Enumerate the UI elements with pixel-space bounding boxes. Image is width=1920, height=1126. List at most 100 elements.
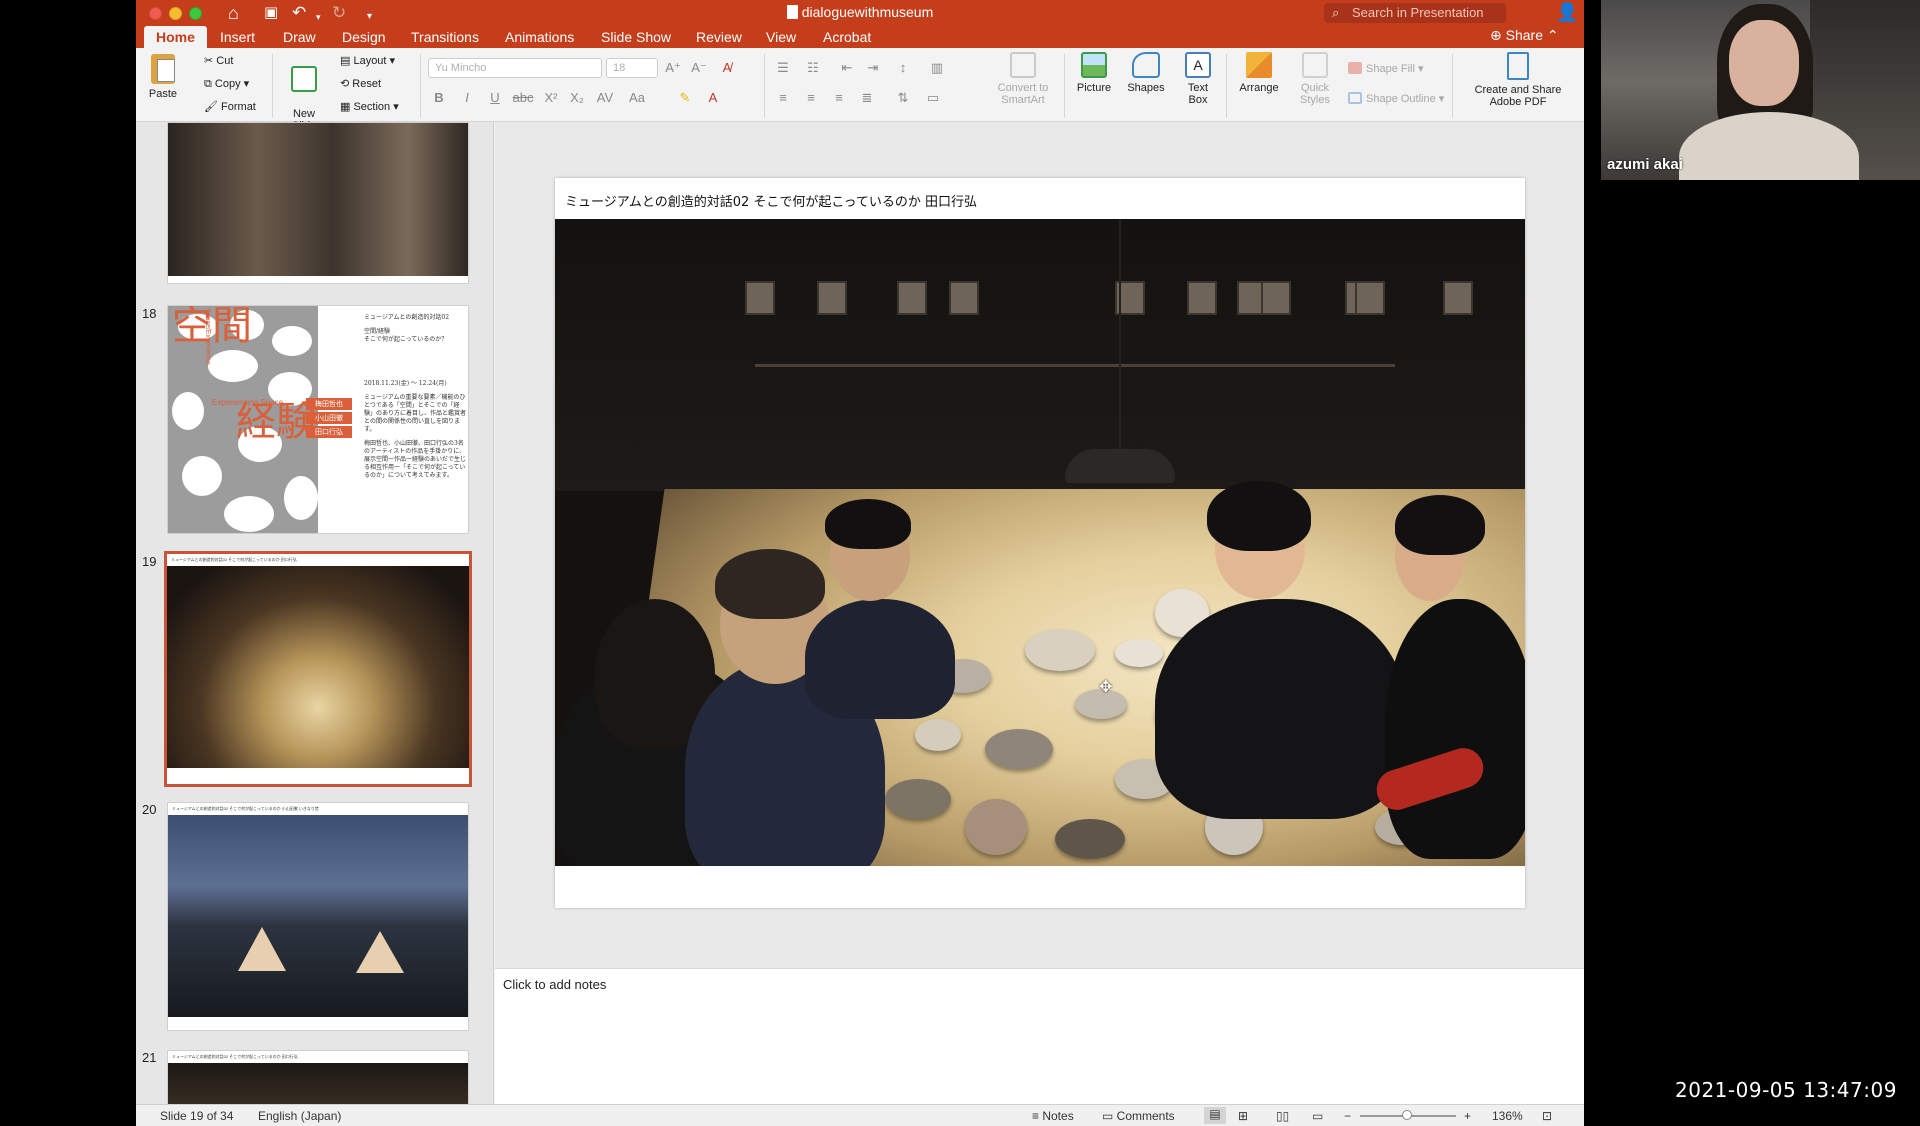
participant-name: azumi akai: [1607, 156, 1683, 173]
align-center-icon[interactable]: ≡: [800, 88, 822, 108]
tab-transitions[interactable]: Transitions: [411, 26, 479, 48]
subscript-icon[interactable]: X₂: [566, 88, 588, 108]
align-right-icon[interactable]: ≡: [828, 88, 850, 108]
columns-icon[interactable]: ▥: [926, 58, 948, 78]
decrease-font-icon[interactable]: A⁻: [688, 58, 710, 78]
tab-insert[interactable]: Insert: [220, 26, 255, 48]
arrange-button[interactable]: Arrange: [1234, 52, 1284, 94]
align-text-icon[interactable]: ▭: [922, 88, 944, 108]
numbering-icon[interactable]: ☷: [802, 58, 824, 78]
quick-styles-label: Quick Styles: [1300, 82, 1330, 106]
slideshow-view-icon[interactable]: ▭: [1312, 1109, 1323, 1123]
webcam-video: azumi akai: [1601, 0, 1920, 180]
tab-home[interactable]: Home: [144, 26, 207, 48]
text-box-button[interactable]: A Text Box: [1178, 52, 1218, 106]
shapes-label: Shapes: [1127, 82, 1165, 94]
shapes-button[interactable]: Shapes: [1124, 52, 1168, 94]
zoom-out-icon[interactable]: −: [1344, 1109, 1351, 1123]
copy-button[interactable]: ⧉ Copy ▾: [204, 77, 249, 91]
tab-view[interactable]: View: [766, 26, 796, 48]
share-button[interactable]: ⊕ Share ⌃: [1490, 27, 1559, 44]
slide-thumbnail-19[interactable]: ミュージアムとの創造的対話02 そこで何が起こっているのか 田口行弘: [164, 551, 472, 787]
font-size-field[interactable]: 18: [606, 58, 658, 78]
slide-number: 21: [142, 1050, 157, 1065]
account-icon[interactable]: 👤: [1556, 2, 1578, 23]
notes-toggle[interactable]: ≡ Notes: [1032, 1109, 1074, 1123]
character-spacing-icon[interactable]: AV: [594, 88, 616, 108]
convert-smartart-button[interactable]: Convert to SmartArt: [992, 52, 1054, 106]
picture-label: Picture: [1076, 82, 1112, 94]
slide-thumbnail-21[interactable]: ミュージアムとの創造的対話02 そこで何が起こっているのか 田口行弘: [167, 1050, 469, 1104]
slide-thumbnail-18[interactable]: 空間 経験 Space/Experience Experiencing Spac…: [167, 305, 469, 534]
layout-button[interactable]: ▤ Layout ▾: [340, 54, 395, 67]
thumbnail-photo: [167, 566, 469, 768]
underline-icon[interactable]: U: [484, 88, 506, 108]
paste-button[interactable]: Paste: [146, 54, 180, 100]
bullets-icon[interactable]: ☰: [772, 58, 794, 78]
tab-draw[interactable]: Draw: [283, 26, 316, 48]
strikethrough-icon[interactable]: abc: [512, 88, 534, 108]
justify-icon[interactable]: ≣: [856, 88, 878, 108]
slide-photo[interactable]: [555, 219, 1525, 866]
line-spacing-icon[interactable]: ↕: [892, 58, 914, 78]
poster-line: 空間/経験: [364, 328, 391, 335]
bold-icon[interactable]: B: [428, 88, 450, 108]
thumbnail-header: ミュージアムとの創造的対話02 そこで何が起こっているのか 小山田徹 いきなり焚: [172, 806, 319, 811]
poster-english-title: Experiencing Space: [212, 398, 284, 407]
shape-fill-icon: [1348, 62, 1362, 74]
new-slide-button[interactable]: New Slide: [282, 54, 326, 132]
picture-button[interactable]: Picture: [1072, 52, 1116, 94]
highlight-icon[interactable]: ✎: [674, 88, 696, 108]
poster-description: ミュージアムとの創造的対話02 空間/経験 そこで何が起こっているのか？ 201…: [364, 314, 466, 480]
font-name-field[interactable]: Yu Mincho: [428, 58, 602, 78]
slide-title[interactable]: ミュージアムとの創造的対話02 そこで何が起こっているのか 田口行弘: [565, 191, 977, 210]
tab-design[interactable]: Design: [342, 26, 386, 48]
font-color-icon[interactable]: A: [702, 88, 724, 108]
increase-font-icon[interactable]: A⁺: [662, 58, 684, 78]
copy-label: Copy: [214, 78, 241, 90]
italic-icon[interactable]: I: [456, 88, 478, 108]
notes-placeholder[interactable]: Click to add notes: [503, 977, 606, 992]
text-direction-icon[interactable]: ⇅: [892, 88, 914, 108]
change-case-icon[interactable]: Aa: [626, 88, 648, 108]
normal-view-icon[interactable]: ▤: [1204, 1107, 1226, 1124]
shape-outline-button[interactable]: Shape Outline ▾: [1348, 92, 1444, 105]
cut-button[interactable]: ✂ Cut: [204, 54, 233, 67]
slide-thumbnail-17[interactable]: [167, 122, 469, 284]
artist-name-2: 小山田徹: [306, 412, 352, 424]
slide-sorter-icon[interactable]: ⊞: [1238, 1109, 1248, 1123]
format-painter-button[interactable]: 🖌 Format: [204, 100, 256, 113]
tab-animations[interactable]: Animations: [505, 26, 574, 48]
zoom-in-icon[interactable]: +: [1464, 1109, 1471, 1123]
tab-review[interactable]: Review: [696, 26, 742, 48]
reading-view-icon[interactable]: ▯▯: [1276, 1109, 1289, 1123]
shape-fill-button[interactable]: Shape Fill ▾: [1348, 62, 1424, 75]
notes-pane[interactable]: Click to add notes: [495, 968, 1584, 1104]
search-input[interactable]: ⌕ Search in Presentation: [1324, 3, 1506, 23]
reset-button[interactable]: ⟲ Reset: [340, 77, 381, 90]
clear-format-icon[interactable]: A̸: [716, 58, 738, 78]
zoom-slider-handle[interactable]: [1402, 1110, 1412, 1120]
section-button[interactable]: ▦ Section ▾: [340, 100, 399, 113]
quick-styles-button[interactable]: Quick Styles: [1290, 52, 1340, 106]
smartart-icon: [1010, 52, 1036, 78]
create-share-pdf-button[interactable]: Create and Share Adobe PDF: [1458, 52, 1578, 108]
ribbon-separator: [764, 54, 765, 118]
zoom-level[interactable]: 136%: [1492, 1109, 1523, 1123]
slide-thumbnail-20[interactable]: ミュージアムとの創造的対話02 そこで何が起こっているのか 小山田徹 いきなり焚: [167, 802, 469, 1031]
tab-slide-show[interactable]: Slide Show: [601, 26, 671, 48]
fit-to-window-icon[interactable]: ⊡: [1542, 1109, 1552, 1123]
language-indicator[interactable]: English (Japan): [258, 1109, 341, 1123]
increase-indent-icon[interactable]: ⇥: [862, 58, 884, 78]
slide-editor[interactable]: ミュージアムとの創造的対話02 そこで何が起こっているのか 田口行弘 ✥: [495, 122, 1584, 968]
slide-thumbnails-pane[interactable]: 18 空間 経験 Space/Experience Experiencing S…: [136, 122, 494, 1104]
current-slide[interactable]: ミュージアムとの創造的対話02 そこで何が起こっているのか 田口行弘: [555, 178, 1525, 908]
decrease-indent-icon[interactable]: ⇤: [836, 58, 858, 78]
comments-toggle[interactable]: ▭ Comments: [1102, 1109, 1175, 1123]
ribbon-separator: [1064, 54, 1065, 118]
recording-timestamp: 2021-09-05 13:47:09: [1675, 1078, 1897, 1102]
tab-acrobat[interactable]: Acrobat: [823, 26, 871, 48]
format-label: Format: [221, 101, 256, 113]
align-left-icon[interactable]: ≡: [772, 88, 794, 108]
superscript-icon[interactable]: X²: [540, 88, 562, 108]
